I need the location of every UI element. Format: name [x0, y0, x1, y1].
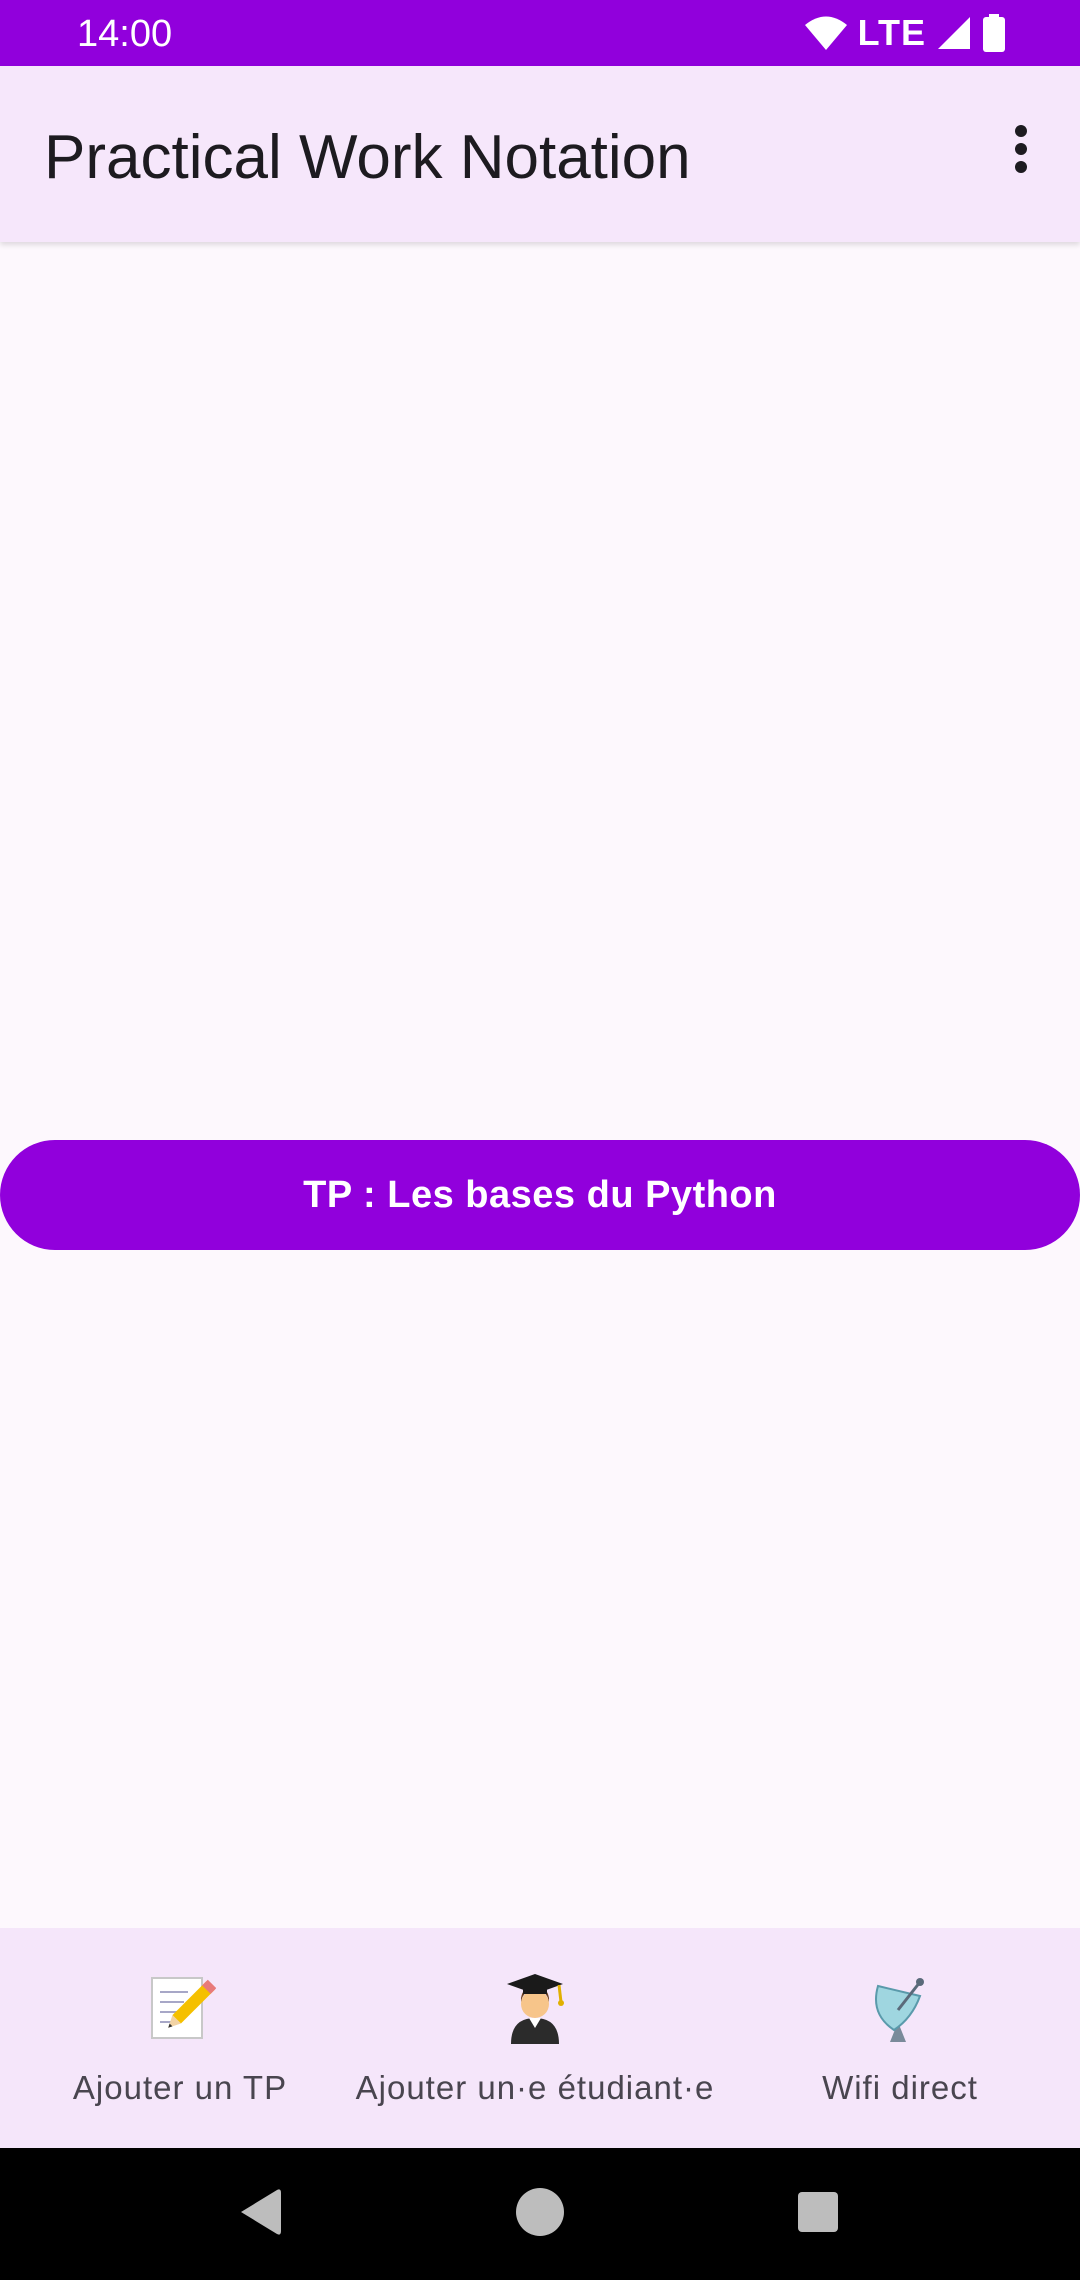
- more-vert-icon: [1013, 124, 1029, 178]
- app-bar: Practical Work Notation: [0, 66, 1080, 242]
- system-recents-button[interactable]: [772, 2168, 864, 2260]
- bottom-navigation: Ajouter un TP Ajouter un·e étudiant·e Wi…: [0, 1928, 1080, 2148]
- network-type-label: LTE: [857, 12, 926, 53]
- tp-item-button[interactable]: TP : Les bases du Python: [0, 1140, 1080, 1250]
- system-navigation-bar: [0, 2148, 1080, 2280]
- nav-item-add-tp[interactable]: Ajouter un TP: [20, 1928, 340, 2148]
- overflow-menu-button[interactable]: [966, 96, 1076, 206]
- nav-label-wifi-direct: Wifi direct: [822, 2069, 978, 2106]
- system-back-button[interactable]: [214, 2168, 306, 2260]
- home-icon: [515, 2187, 565, 2242]
- nav-item-wifi-direct[interactable]: Wifi direct: [740, 1928, 1060, 2148]
- battery-icon: [982, 14, 1006, 52]
- student-icon: [499, 1972, 571, 2044]
- recents-icon: [797, 2191, 839, 2238]
- cell-signal-icon: [936, 15, 972, 51]
- memo-pencil-icon: [144, 1972, 217, 2044]
- nav-label-add-student: Ajouter un·e étudiant·e: [355, 2069, 715, 2106]
- status-time: 14:00: [77, 13, 173, 55]
- status-icons: LTE: [804, 11, 1006, 55]
- main-content: TP : Les bases du Python: [0, 242, 1080, 1928]
- back-icon: [237, 2187, 283, 2242]
- wifi-icon: [804, 15, 848, 51]
- nav-item-add-student[interactable]: Ajouter un·e étudiant·e: [350, 1928, 720, 2148]
- nav-label-add-tp: Ajouter un TP: [72, 2069, 288, 2106]
- app-title: Practical Work Notation: [44, 123, 691, 192]
- system-home-button[interactable]: [494, 2168, 586, 2260]
- status-bar: 14:00 LTE: [0, 0, 1080, 66]
- satellite-antenna-icon: [864, 1972, 936, 2044]
